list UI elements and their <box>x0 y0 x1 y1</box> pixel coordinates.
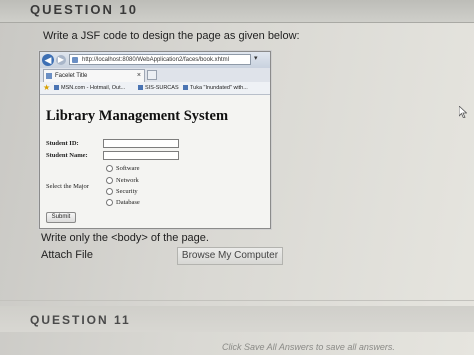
save-answers-hint: Click Save All Answers to save all answe… <box>222 342 395 352</box>
attach-file-label: Attach File <box>41 249 93 261</box>
body-instruction: Write only the <body> of the page. <box>41 232 209 244</box>
student-name-label: Student Name: <box>46 152 88 159</box>
page-favicon-icon <box>72 57 78 63</box>
major-option-software: Software <box>106 165 139 173</box>
favorites-star-icon: ★ <box>43 83 51 92</box>
student-name-input-image <box>103 151 179 160</box>
forward-arrow-icon: ▶ <box>56 55 66 65</box>
major-option-network: Network <box>106 177 139 185</box>
library-heading: Library Management System <box>46 108 229 124</box>
address-bar-row: ◀ ▶ http://localhost:8080/WebApplication… <box>40 52 270 69</box>
back-arrow-icon: ◀ <box>42 54 54 66</box>
radio-circle-icon <box>106 199 113 207</box>
question-prompt: Write a JSF code to design the page as g… <box>43 30 300 42</box>
address-dropdown-icon: ▾ <box>254 55 258 62</box>
question-title: QUESTION 10 <box>30 2 138 17</box>
favorite-item: Tuka "Inundated" with... <box>183 82 248 94</box>
favorite-site-icon <box>183 85 188 91</box>
embedded-browser-screenshot: ◀ ▶ http://localhost:8080/WebApplication… <box>39 51 271 229</box>
favorites-bar: ★ MSN.com - Hotmail, Out... SIS-SURCAS T… <box>40 82 270 95</box>
tab-close-icon: × <box>136 72 141 79</box>
favorite-site-icon <box>54 85 59 91</box>
question-10-header: QUESTION 10 <box>0 0 474 23</box>
select-major-label: Select the Major <box>46 183 89 190</box>
radio-circle-icon <box>106 188 113 196</box>
favorite-item: MSN.com - Hotmail, Out... <box>54 82 125 94</box>
new-tab-icon <box>147 70 157 80</box>
browser-tab: Facelet Title × <box>43 69 145 82</box>
radio-circle-icon <box>106 177 113 185</box>
browse-my-computer-button[interactable]: Browse My Computer <box>177 247 283 265</box>
tab-favicon-icon <box>46 73 52 79</box>
major-option-security: Security <box>106 188 138 196</box>
student-id-input-image <box>103 139 179 148</box>
section-divider <box>0 300 474 301</box>
tab-strip: Facelet Title × <box>40 68 270 83</box>
major-option-database: Database <box>106 199 140 207</box>
favorite-item: SIS-SURCAS <box>138 82 179 94</box>
student-id-label: Student ID: <box>46 140 79 147</box>
address-field: http://localhost:8080/WebApplication2/fa… <box>69 54 251 65</box>
question-11-title: QUESTION 11 <box>30 313 131 327</box>
radio-circle-icon <box>106 165 113 173</box>
mouse-cursor-icon <box>459 106 467 118</box>
submit-button-image: Submit <box>46 212 76 223</box>
address-url: http://localhost:8080/WebApplication2/fa… <box>82 57 229 63</box>
tab-title: Facelet Title <box>55 73 88 79</box>
favorite-site-icon <box>138 85 143 91</box>
